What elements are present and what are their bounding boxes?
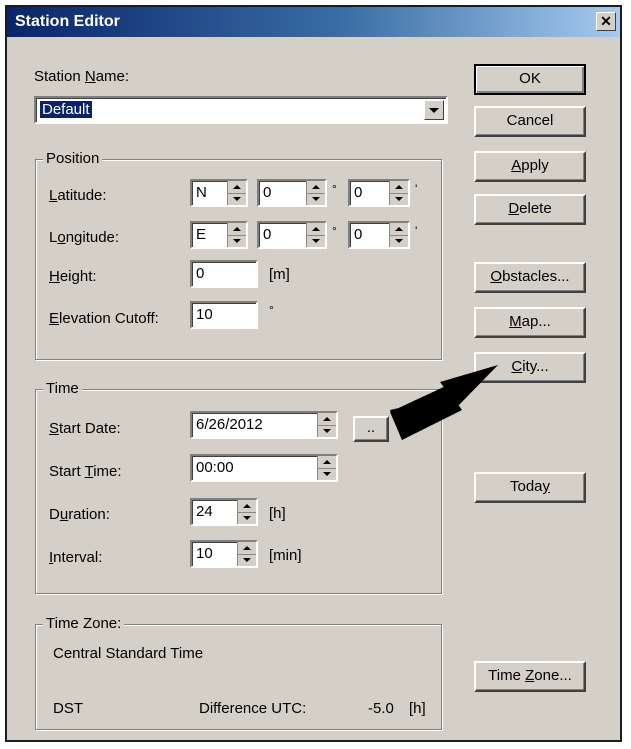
interval-label: Interval: (49, 549, 103, 566)
latitude-degrees-value: 0 (263, 184, 272, 201)
obstacles-button[interactable]: Obstacles... (474, 262, 586, 293)
spin-buttons[interactable] (237, 542, 256, 566)
interval-unit: [min] (269, 547, 302, 564)
longitude-label: Longitude: (49, 229, 120, 246)
start-date-value: 6/26/2012 (196, 416, 263, 433)
minute-symbol: ' (415, 182, 418, 196)
start-time-label: Start Time: (49, 463, 122, 480)
minute-symbol: ' (415, 224, 418, 238)
station-name-value: Default (40, 101, 92, 118)
spin-buttons[interactable] (306, 223, 325, 247)
height-label: Height: (49, 268, 97, 285)
duration-label: Duration: (49, 506, 110, 523)
difference-utc-label: Difference UTC: (199, 700, 307, 717)
longitude-hemisphere-spinner[interactable]: E (190, 221, 248, 249)
longitude-hemisphere-value: E (196, 226, 207, 243)
time-zone-group-title: Time Zone: (43, 615, 125, 632)
latitude-hemisphere-spinner[interactable]: N (190, 179, 248, 207)
spin-buttons[interactable] (317, 456, 336, 480)
apply-button[interactable]: Apply (474, 151, 586, 182)
black-arrow-icon (390, 365, 498, 440)
elevation-cutoff-input[interactable]: 10 (190, 301, 258, 329)
close-button[interactable]: ✕ (596, 12, 616, 31)
time-group-title: Time (43, 380, 82, 397)
latitude-minutes-value: 0 (354, 184, 363, 201)
interval-spinner[interactable]: 10 (190, 540, 258, 568)
degree-symbol: ° (332, 182, 337, 196)
spin-buttons[interactable] (317, 413, 336, 437)
longitude-minutes-value: 0 (354, 226, 363, 243)
latitude-minutes-spinner[interactable]: 0 (348, 179, 410, 207)
spin-buttons[interactable] (227, 181, 246, 205)
latitude-degrees-spinner[interactable]: 0 (257, 179, 327, 207)
height-input[interactable]: 0 (190, 260, 258, 288)
start-time-value: 00:00 (196, 459, 234, 476)
elevation-cutoff-unit: ° (269, 303, 274, 317)
duration-value: 24 (196, 503, 213, 520)
ok-button[interactable]: OK (474, 64, 586, 95)
cancel-button[interactable]: Cancel (474, 106, 586, 137)
spin-buttons[interactable] (227, 223, 246, 247)
chevron-down-icon[interactable] (424, 100, 444, 120)
elevation-cutoff-value: 10 (196, 306, 213, 323)
position-group-title: Position (43, 150, 103, 167)
longitude-degrees-value: 0 (263, 226, 272, 243)
time-zone-button[interactable]: Time Zone... (474, 661, 586, 692)
spin-buttons[interactable] (306, 181, 325, 205)
longitude-minutes-spinner[interactable]: 0 (348, 221, 410, 249)
start-time-spinner[interactable]: 00:00 (190, 454, 338, 482)
duration-unit: [h] (269, 505, 286, 522)
spin-buttons[interactable] (237, 500, 256, 524)
elevation-cutoff-label: Elevation Cutoff: (49, 310, 159, 327)
window-title: Station Editor (15, 13, 120, 30)
latitude-hemisphere-value: N (196, 184, 207, 201)
map-button[interactable]: Map... (474, 307, 586, 338)
arrow-shaft (390, 396, 462, 440)
difference-utc-unit: [h] (409, 700, 426, 717)
difference-utc-value: -5.0 (368, 700, 394, 717)
height-value: 0 (196, 265, 205, 282)
start-date-label: Start Date: (49, 420, 121, 437)
station-name-label: Station Name: (34, 68, 130, 85)
interval-value: 10 (196, 545, 213, 562)
longitude-degrees-spinner[interactable]: 0 (257, 221, 327, 249)
latitude-label: Latitude: (49, 187, 107, 204)
station-editor-dialog: Station Editor ✕ Station Name: Default P… (5, 5, 622, 742)
duration-spinner[interactable]: 24 (190, 498, 258, 526)
today-button[interactable]: Today (474, 472, 586, 503)
delete-button[interactable]: Delete (474, 194, 586, 225)
station-name-combobox[interactable]: Default (34, 96, 448, 124)
spin-buttons[interactable] (389, 223, 408, 247)
degree-symbol: ° (332, 224, 337, 238)
start-date-spinner[interactable]: 6/26/2012 (190, 411, 338, 439)
title-bar[interactable]: Station Editor ✕ (7, 7, 620, 37)
time-zone-name: Central Standard Time (53, 645, 204, 662)
spin-buttons[interactable] (389, 181, 408, 205)
dst-label: DST (53, 700, 83, 717)
height-unit: [m] (269, 266, 290, 283)
